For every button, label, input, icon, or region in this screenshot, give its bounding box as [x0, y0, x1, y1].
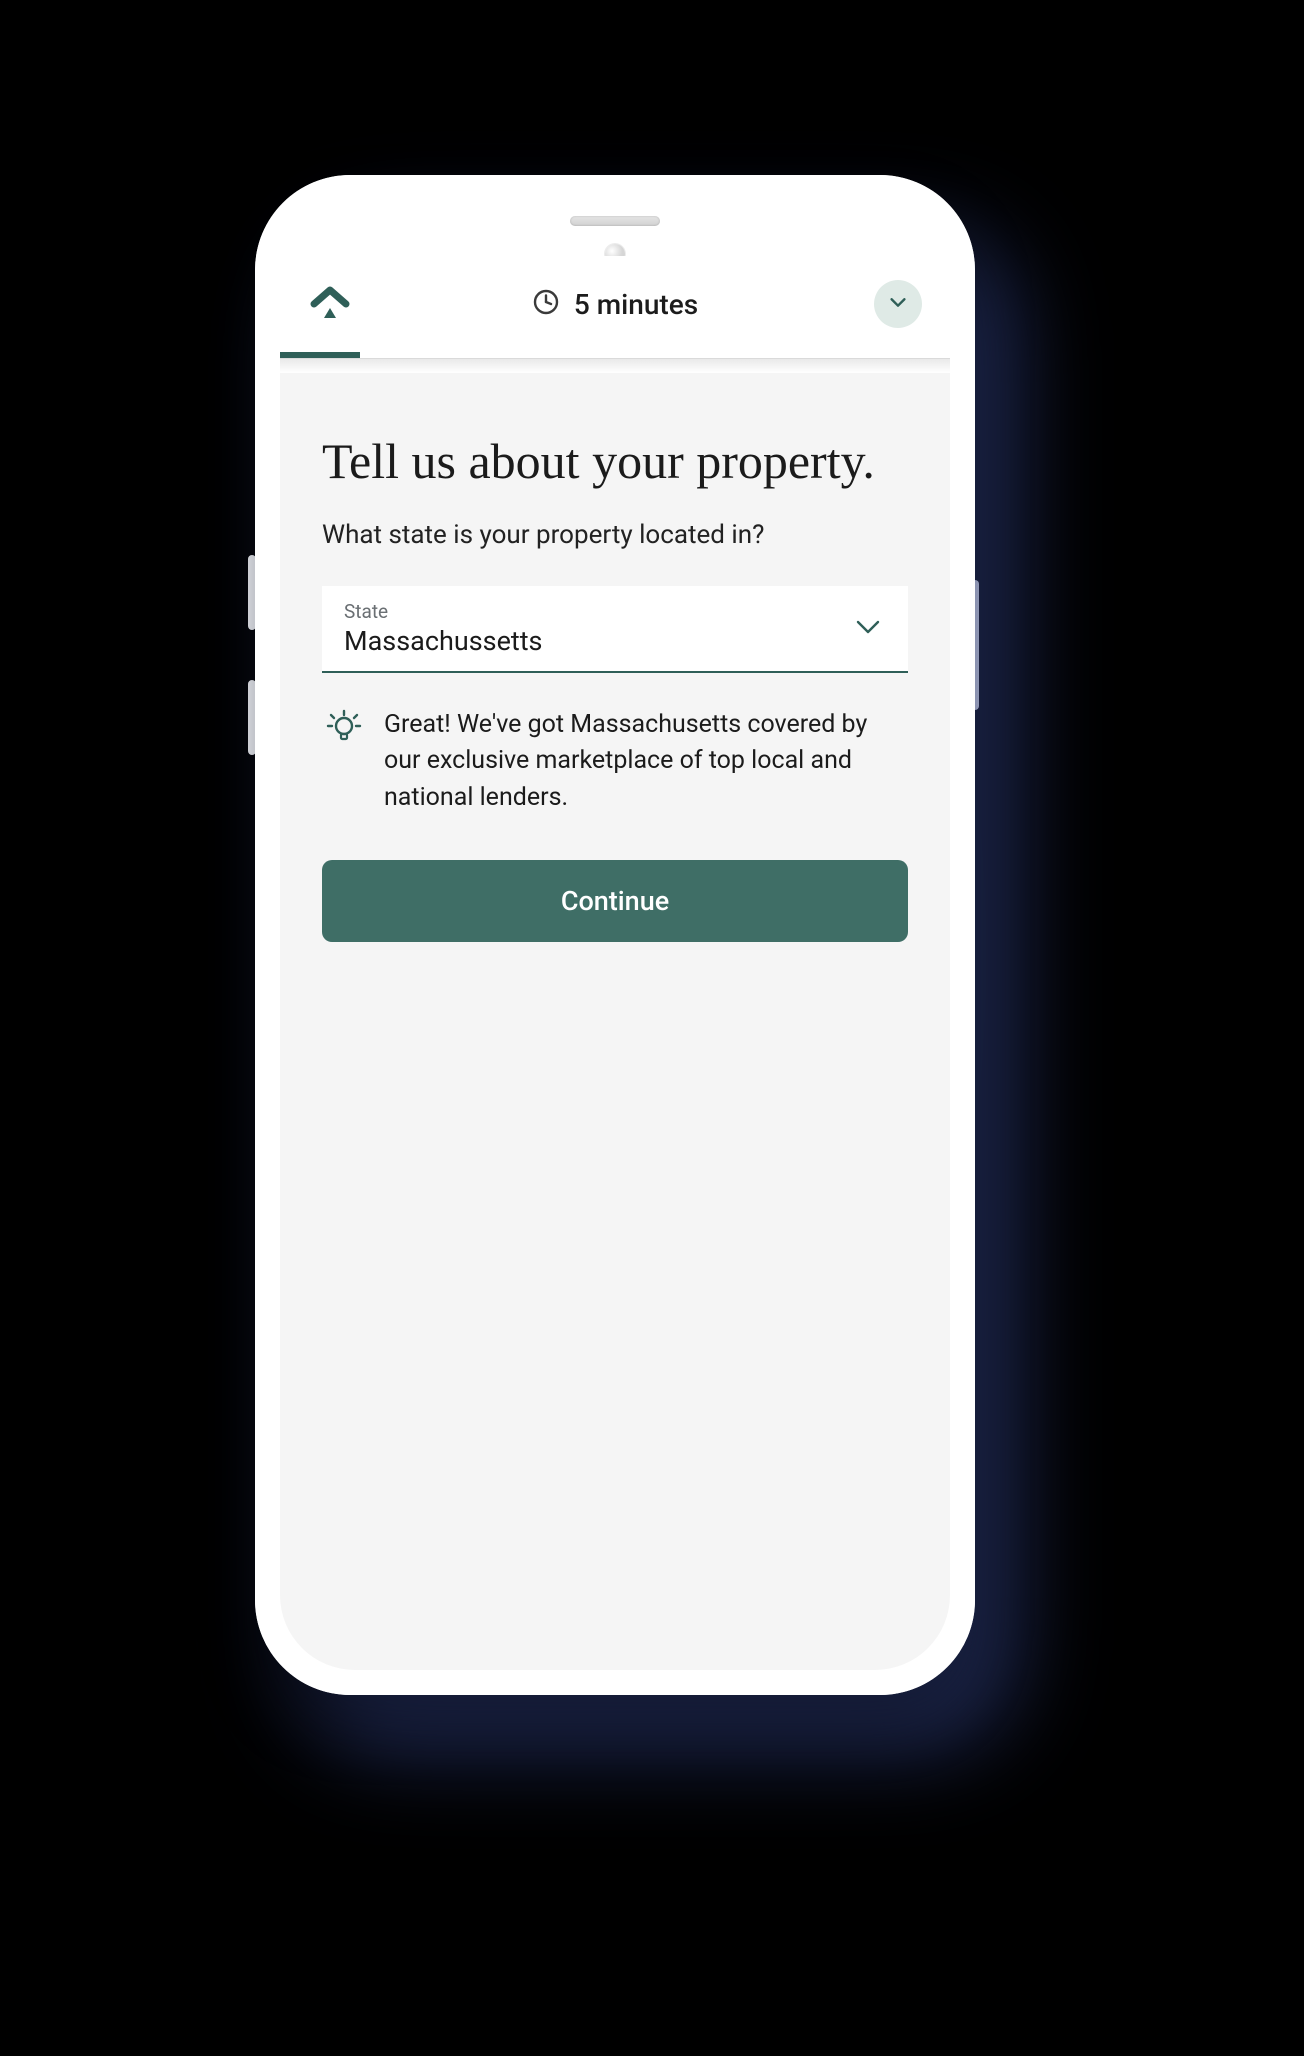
- phone-frame: 5 minutes Tell us about your property. W…: [255, 175, 975, 1695]
- chevron-down-icon: [854, 613, 882, 645]
- page-content: Tell us about your property. What state …: [280, 373, 950, 1670]
- phone-notch-area: [280, 200, 950, 256]
- chevron-down-icon: [887, 291, 909, 317]
- clock-icon: [532, 288, 560, 320]
- phone-speaker: [570, 216, 660, 226]
- home-icon[interactable]: [308, 282, 352, 326]
- page-question: What state is your property located in?: [322, 520, 908, 550]
- expand-button[interactable]: [874, 280, 922, 328]
- tip-text: Great! We've got Massachusetts covered b…: [384, 707, 902, 816]
- state-select-label: State: [344, 600, 838, 623]
- tip-block: Great! We've got Massachusetts covered b…: [322, 701, 908, 816]
- phone-screen: 5 minutes Tell us about your property. W…: [280, 200, 950, 1670]
- state-select-value: Massachussetts: [344, 625, 838, 657]
- page-title: Tell us about your property.: [322, 431, 908, 492]
- lightbulb-icon: [326, 709, 362, 745]
- continue-button-label: Continue: [561, 885, 669, 917]
- state-select[interactable]: State Massachussetts: [322, 586, 908, 673]
- continue-button[interactable]: Continue: [322, 860, 908, 942]
- time-label: 5 minutes: [574, 288, 698, 321]
- time-indicator: 5 minutes: [532, 288, 698, 321]
- header-shadow: [280, 359, 950, 373]
- app-header: 5 minutes: [280, 256, 950, 352]
